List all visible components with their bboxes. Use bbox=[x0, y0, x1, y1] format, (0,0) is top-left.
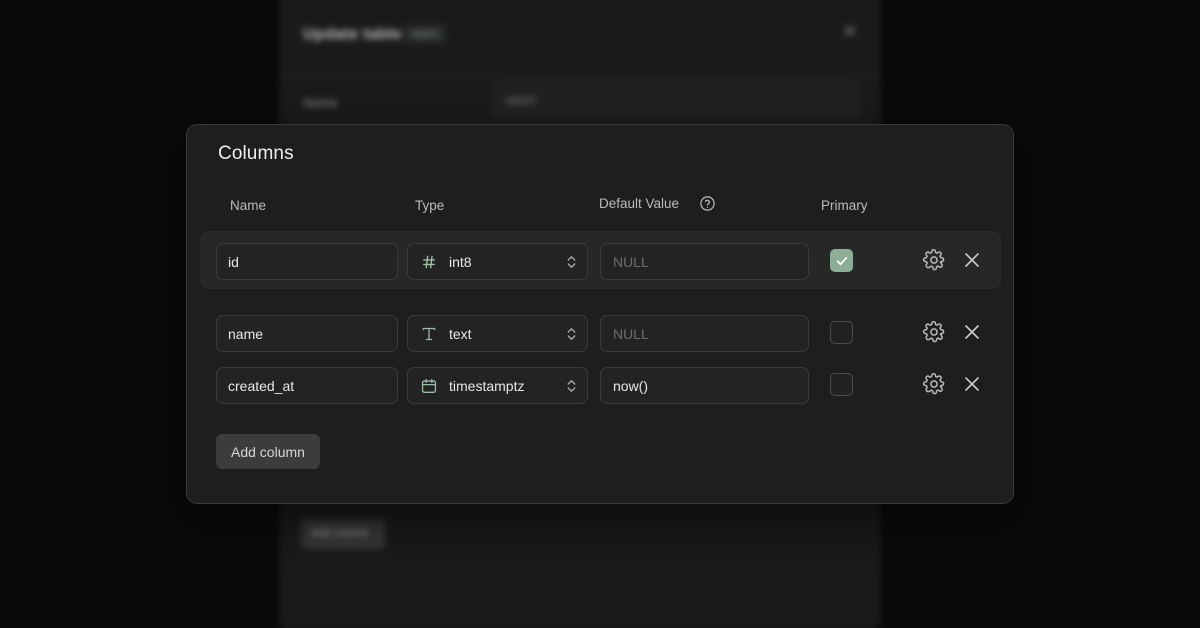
column-name-field-wrapper bbox=[216, 367, 398, 404]
table-row: text bbox=[187, 303, 1013, 361]
calendar-icon bbox=[420, 377, 438, 395]
column-primary-checkbox[interactable] bbox=[830, 249, 853, 272]
column-header-type: Type bbox=[415, 198, 444, 213]
column-default-value-input[interactable] bbox=[601, 316, 808, 351]
background-add-column-label: Add column bbox=[311, 527, 369, 539]
add-column-button[interactable]: Add column bbox=[216, 434, 320, 469]
column-default-value-field bbox=[600, 243, 809, 280]
add-column-label: Add column bbox=[231, 444, 305, 460]
column-name-field-wrapper bbox=[216, 243, 398, 280]
table-row: int8 bbox=[187, 231, 1013, 289]
help-circle-icon[interactable] bbox=[699, 195, 716, 212]
column-header-default-value: Default Value bbox=[599, 196, 679, 211]
gear-icon[interactable] bbox=[922, 372, 946, 396]
column-primary-checkbox[interactable] bbox=[830, 373, 853, 396]
chevron-updown-icon bbox=[565, 253, 578, 271]
chevron-updown-icon bbox=[565, 377, 578, 395]
page-title: Columns bbox=[218, 143, 294, 165]
column-header-name: Name bbox=[230, 198, 266, 213]
gear-icon[interactable] bbox=[922, 248, 946, 272]
update-table-dialog-header: Update table users ✕ bbox=[281, 0, 879, 75]
gear-icon[interactable] bbox=[922, 320, 946, 344]
update-table-title: Update table bbox=[303, 26, 401, 44]
check-icon bbox=[835, 254, 849, 268]
column-name-input[interactable] bbox=[217, 316, 420, 351]
column-type-label: text bbox=[449, 326, 565, 342]
column-name-input[interactable] bbox=[217, 244, 420, 279]
columns-panel: Columns Name Type Default Value Primary bbox=[186, 124, 1014, 504]
column-default-value-input[interactable] bbox=[601, 368, 808, 403]
remove-column-icon[interactable] bbox=[960, 320, 984, 344]
column-type-label: int8 bbox=[449, 254, 565, 270]
table-row: timestamptz bbox=[187, 355, 1013, 413]
column-type-select[interactable]: int8 bbox=[407, 243, 588, 280]
column-type-select[interactable]: timestamptz bbox=[407, 367, 588, 404]
hash-icon bbox=[420, 253, 438, 271]
column-type-select[interactable]: text bbox=[407, 315, 588, 352]
column-name-field-wrapper bbox=[216, 315, 398, 352]
remove-column-icon[interactable] bbox=[960, 372, 984, 396]
background-name-input-value: users bbox=[506, 93, 535, 107]
column-name-input[interactable] bbox=[217, 368, 420, 403]
background-name-input[interactable]: users bbox=[493, 81, 859, 117]
background-name-label: Name bbox=[303, 95, 338, 110]
column-default-value-field bbox=[600, 367, 809, 404]
column-default-value-input[interactable] bbox=[601, 244, 808, 279]
column-default-value-field bbox=[600, 315, 809, 352]
chevron-updown-icon bbox=[565, 325, 578, 343]
column-type-label: timestamptz bbox=[449, 378, 565, 394]
column-headers: Name Type Default Value Primary bbox=[187, 193, 1013, 221]
text-icon bbox=[420, 325, 438, 343]
background-add-column-button[interactable]: Add column bbox=[301, 519, 385, 549]
column-header-primary: Primary bbox=[821, 198, 868, 213]
close-icon[interactable]: ✕ bbox=[843, 23, 857, 40]
remove-column-icon[interactable] bbox=[960, 248, 984, 272]
column-primary-checkbox[interactable] bbox=[830, 321, 853, 344]
update-table-name-badge: users bbox=[403, 25, 446, 43]
